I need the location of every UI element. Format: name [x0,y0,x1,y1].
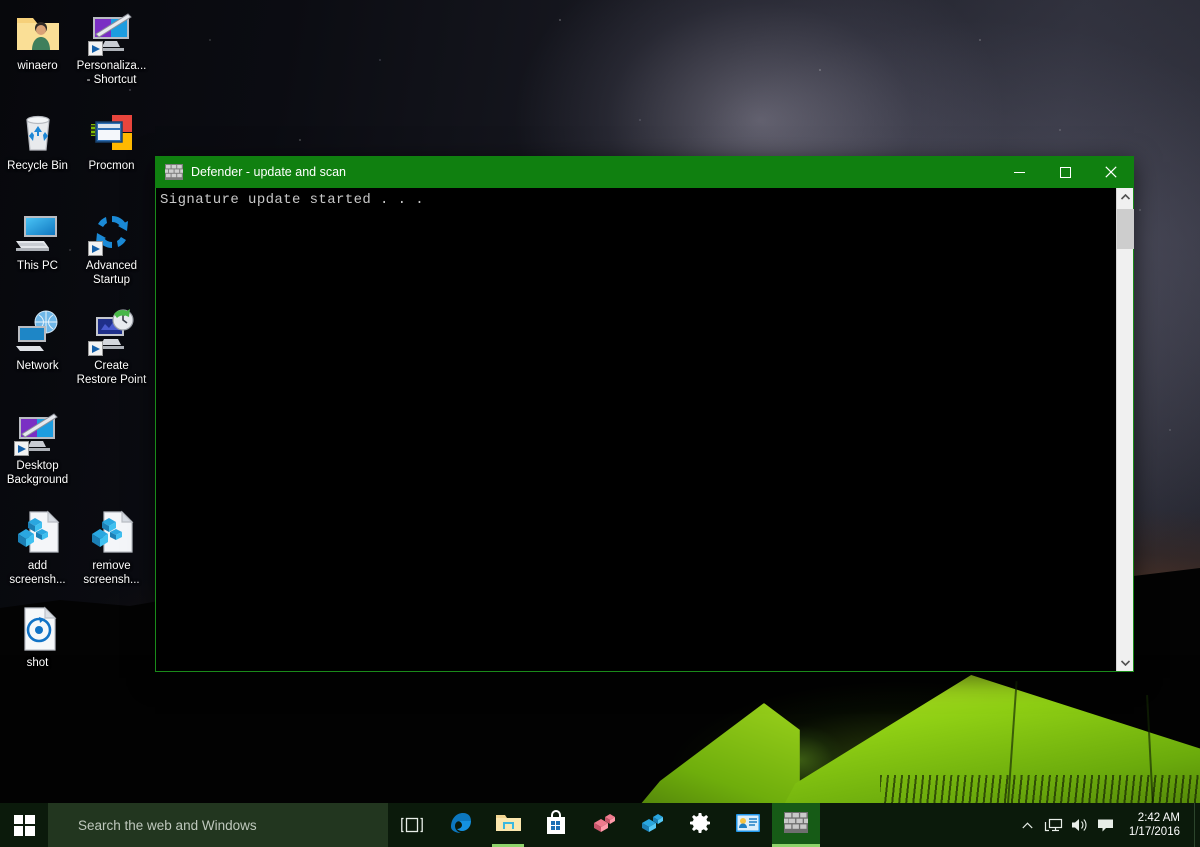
refresh-arrows-icon [87,208,136,256]
desktop-icon-label: add screensh... [9,560,66,586]
desktop-icon-label: shot [26,657,49,669]
blue-cubes-icon [640,813,665,838]
taskbar-items [436,803,820,847]
network-globe-icon [14,308,62,356]
taskbar-item-registry-blue[interactable] [628,803,676,847]
clock-time: 2:42 AM [1137,812,1180,824]
window-titlebar[interactable]: Defender - update and scan [155,156,1134,188]
monitor-pen-icon [87,8,136,56]
window-controls [996,156,1134,188]
desktop-icon-this-pc[interactable]: This PC [0,208,75,273]
desktop-icon-desktop-background[interactable]: Desktop Background [0,408,75,487]
folder-icon [495,811,522,839]
taskbar-item-file-explorer[interactable] [484,803,532,847]
network-icon [1045,818,1063,832]
desktop-icon-network[interactable]: Network [0,308,75,373]
search-placeholder: Search the web and Windows [78,817,257,833]
minimize-button[interactable] [996,156,1042,188]
shortcut-overlay-icon [13,441,29,456]
task-view-button[interactable] [388,803,436,847]
desktop-icon-label: remove screensh... [83,560,140,586]
desktop-icon-label: Personaliza... - Shortcut [76,60,147,86]
desktop-icon-label: This PC [17,260,58,272]
taskbar-item-credentials[interactable] [724,803,772,847]
network-button[interactable] [1041,803,1067,847]
show-hidden-icons-button[interactable] [1015,803,1041,847]
taskbar-item-edge[interactable] [436,803,484,847]
windows-logo-icon [13,814,35,836]
restore-clock-icon [87,308,136,356]
console-text: Signature update started . . . [160,192,425,208]
task-view-icon [401,817,423,833]
edge-icon [447,810,473,841]
taskbar-item-store[interactable] [532,803,580,847]
desktop-icon-add-screenshot[interactable]: add screensh... [0,508,75,587]
volume-icon [1072,819,1087,831]
shortcut-overlay-icon [87,341,103,356]
volume-button[interactable] [1067,803,1093,847]
desktop-icon-advanced-startup[interactable]: Advanced Startup [74,208,149,287]
desktop-icon-personalization-shortcut[interactable]: Personaliza... - Shortcut [74,8,149,87]
minimize-icon [1013,171,1025,173]
brick-wall-icon [782,812,809,838]
clock-date: 1/17/2016 [1128,826,1180,838]
system-tray: 2:42 AM 1/17/2016 [1015,803,1200,847]
desktop-icon-label: Create Restore Point [76,360,147,386]
desktop-icon-label: Procmon [88,160,135,172]
brick-wall-icon [165,164,183,180]
desktop-icon-create-restore-point[interactable]: Create Restore Point [74,308,149,387]
scroll-up-icon [1120,193,1130,200]
desktop-icon-label: Recycle Bin [7,160,68,172]
defender-window[interactable]: Defender - update and scan Signature upd… [155,156,1134,672]
scroll-up-button[interactable] [1117,188,1133,205]
scrollbar-track[interactable] [1117,205,1134,654]
store-bag-icon [545,810,567,840]
action-center-button[interactable] [1093,803,1119,847]
window-title: Defender - update and scan [191,165,346,179]
maximize-icon [1059,166,1071,178]
desktop-icon-label: Advanced Startup [85,260,138,286]
reg-file-icon [88,508,136,556]
start-button[interactable] [0,803,48,847]
scroll-down-icon [1120,659,1130,666]
desktop-icon-winaero[interactable]: winaero [0,8,75,73]
close-icon [1105,166,1117,178]
folder-user-icon [14,8,62,56]
recycle-bin-icon [14,108,62,156]
search-input[interactable]: Search the web and Windows [48,803,388,847]
action-center-icon [1098,819,1114,831]
clock[interactable]: 2:42 AM 1/17/2016 [1119,811,1194,839]
taskbar-item-settings[interactable] [676,803,724,847]
shortcut-overlay-icon [87,241,103,256]
scroll-down-button[interactable] [1117,654,1133,671]
monitor-pen-icon [13,408,62,456]
desktop-icon-label: Desktop Background [6,460,69,486]
desktop-icon-procmon[interactable]: Procmon [74,108,149,173]
shortcut-overlay-icon [87,41,103,56]
desktop-icon-remove-screenshot[interactable]: remove screensh... [74,508,149,587]
taskbar-item-defender[interactable] [772,803,820,847]
reg-file-icon [14,508,62,556]
computer-icon [14,208,62,256]
chevron-up-icon [1022,821,1033,828]
taskbar-item-registry-pink[interactable] [580,803,628,847]
pink-cubes-icon [592,813,617,838]
desktop-icon-shot[interactable]: shot [0,605,75,670]
desktop-icon-recycle-bin[interactable]: Recycle Bin [0,108,75,173]
close-button[interactable] [1088,156,1134,188]
id-card-icon [735,813,761,838]
show-desktop-button[interactable] [1194,803,1200,847]
shot-file-icon [14,605,62,653]
desktop-icon-label: winaero [17,60,58,72]
console-scrollbar[interactable] [1116,188,1134,671]
taskbar[interactable]: Search the web and Windows 2:42 AM 1/17/… [0,803,1200,847]
scrollbar-thumb[interactable] [1117,209,1134,249]
maximize-button[interactable] [1042,156,1088,188]
procmon-icon [88,108,136,156]
desktop-icon-label: Network [16,360,59,372]
console-output-area[interactable]: Signature update started . . . [155,188,1134,672]
gear-icon [688,811,712,840]
